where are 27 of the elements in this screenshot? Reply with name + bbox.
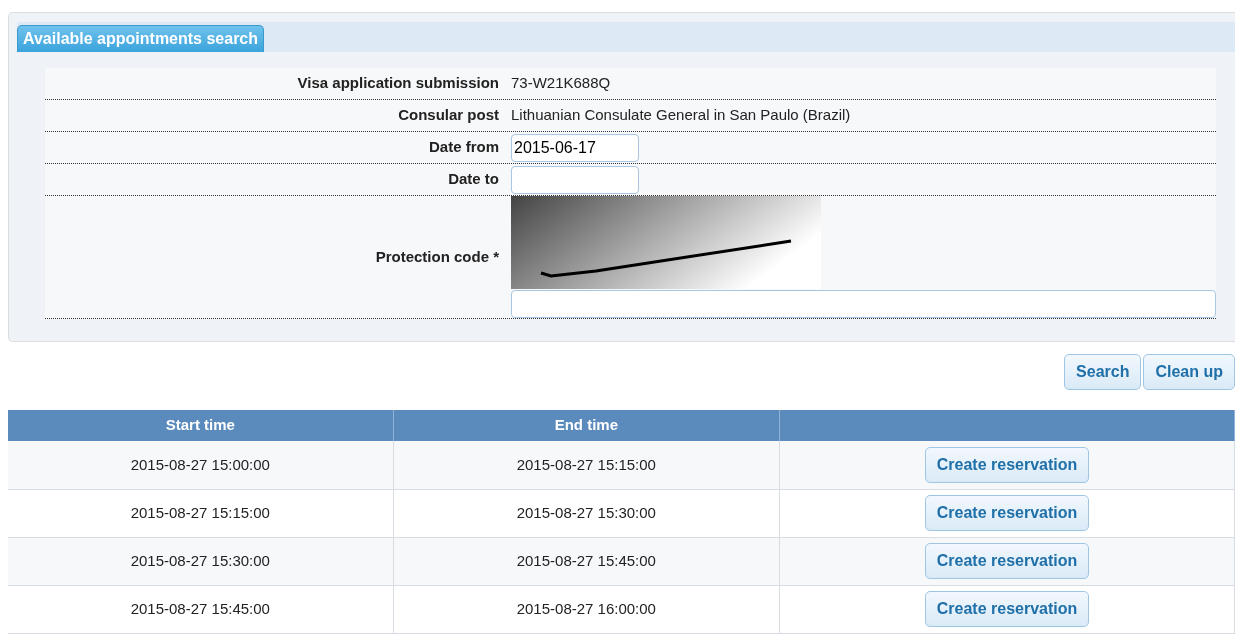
table-cell: 2015-08-27 15:00:00 <box>8 441 394 489</box>
captcha-input-field[interactable] <box>511 290 1216 318</box>
field-label: Protection code * <box>374 246 500 267</box>
create-reservation-button[interactable]: Create reservation <box>924 495 1090 531</box>
table-cell: 2015-08-27 16:00:00 <box>393 585 780 633</box>
action-button[interactable]: Search <box>1064 354 1142 390</box>
create-reservation-button[interactable]: Create reservation <box>924 446 1090 483</box>
field-value: 73-W21K688Q <box>511 74 611 92</box>
field-value: Lithuanian Consulate General in San Paulo (Brazil) <box>511 106 851 124</box>
create-reservation-button[interactable]: Create reservation <box>924 543 1090 579</box>
column-header: Start time <box>8 410 394 441</box>
column-header: End time <box>393 410 780 441</box>
table-cell: 2015-08-27 15:30:00 <box>8 537 394 585</box>
field-label: Date from <box>428 137 500 158</box>
table-cell: 2015-08-27 15:45:00 <box>8 585 394 633</box>
table-cell: 2015-08-27 15:30:00 <box>393 489 780 537</box>
tab[interactable]: Available appointments search <box>17 25 265 52</box>
field-label: Visa application submission <box>296 73 500 94</box>
field-label: Consular post <box>397 105 500 126</box>
action-button[interactable]: Clean up <box>1143 354 1235 390</box>
table-cell: 2015-08-27 15:15:00 <box>393 441 780 489</box>
create-reservation-button[interactable]: Create reservation <box>924 591 1090 627</box>
field-label: Date to <box>447 169 500 190</box>
date-input-field[interactable]: 2015-06-17 <box>511 133 639 162</box>
table-cell: 2015-08-27 15:45:00 <box>393 537 780 585</box>
date-input-field[interactable] <box>511 165 639 194</box>
table-cell: 2015-08-27 15:15:00 <box>8 489 394 537</box>
